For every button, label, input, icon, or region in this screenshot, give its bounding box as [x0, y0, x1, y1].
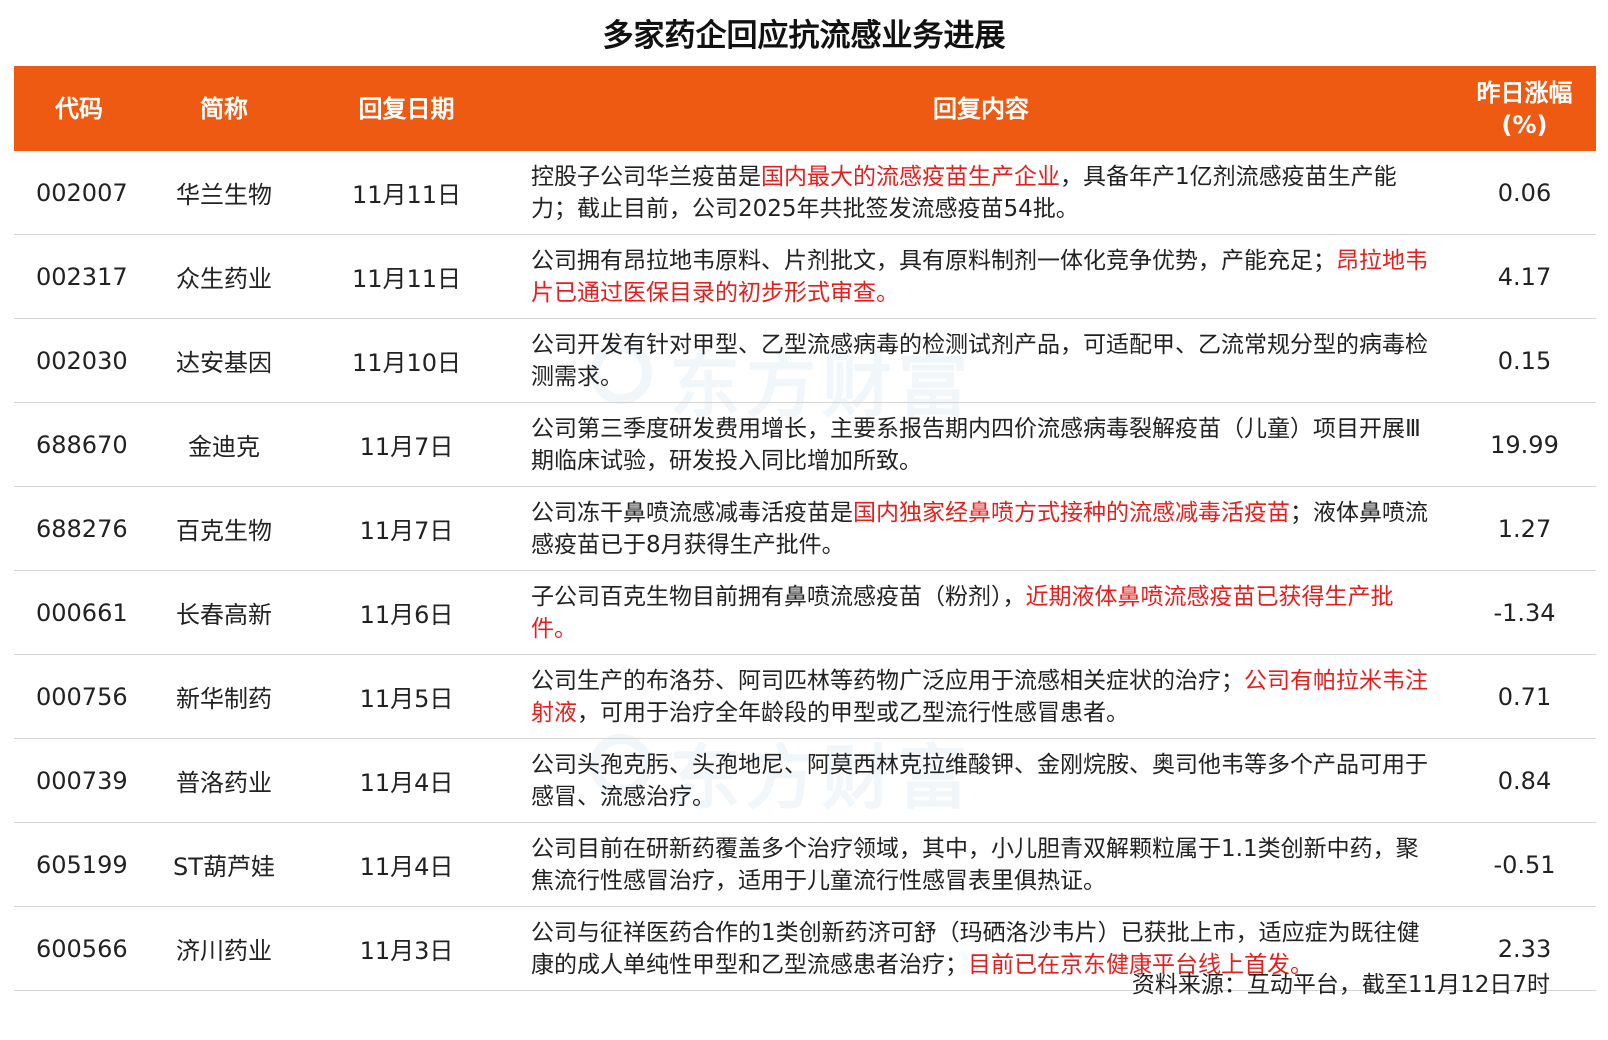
reply-date: 11月6日	[359, 601, 454, 629]
reply-date: 11月4日	[359, 853, 454, 881]
reply-content: 公司第三季度研发费用增长，主要系报告期内四价流感病毒裂解疫苗（儿童）项目开展Ⅲ期…	[509, 403, 1453, 486]
stock-code: 000756	[36, 682, 128, 711]
content-text: 公司头孢克肟、头孢地尼、阿莫西林克拉维酸钾、金刚烷胺、奥司他韦等多个产品可用于感…	[531, 751, 1428, 810]
table-row: 002007 华兰生物 11月11日 控股子公司华兰疫苗是国内最大的流感疫苗生产企业，…	[14, 151, 1596, 235]
reply-date: 11月4日	[359, 769, 454, 797]
table-row: 688276 百克生物 11月7日 公司冻干鼻喷流感减毒活疫苗是国内独家经鼻喷方式接种…	[14, 487, 1596, 571]
stock-code: 600566	[36, 934, 128, 963]
reply-date: 11月11日	[351, 181, 462, 209]
stock-name: ST葫芦娃	[173, 853, 275, 881]
content-text: ，可用于治疗全年龄段的甲型或乙型流行性感冒患者。	[577, 699, 1129, 726]
header-change-label: 昨日涨幅 (%)	[1476, 78, 1573, 139]
stock-name: 金迪克	[188, 433, 260, 461]
stock-code: 688670	[36, 430, 128, 459]
stock-name: 华兰生物	[176, 181, 272, 209]
reply-content-text: 子公司百克生物目前拥有鼻喷流感疫苗（粉剂），近期液体鼻喷流感疫苗已获得生产批件。	[531, 581, 1435, 645]
reply-content-text: 公司目前在研新药覆盖多个治疗领域，其中，小儿胆青双解颗粒属于1.1类创新中药，聚…	[531, 833, 1435, 897]
reply-content: 公司生产的布洛芬、阿司匹林等药物广泛应用于流感相关症状的治疗；公司有帕拉米韦注射…	[509, 655, 1453, 738]
table-row: 002030 达安基因 11月10日 公司开发有针对甲型、乙型流感病毒的检测试剂产品，…	[14, 319, 1596, 403]
table-row: 605199 ST葫芦娃 11月4日 公司目前在研新药覆盖多个治疗领域，其中，小儿胆青…	[14, 823, 1596, 907]
content-text: 公司拥有昂拉地韦原料、片剂批文，具有原料制剂一体化竞争优势，产能充足；	[531, 247, 1336, 274]
table-body: 002007 华兰生物 11月11日 控股子公司华兰疫苗是国内最大的流感疫苗生产企业，…	[14, 151, 1596, 991]
header-name: 简称	[200, 94, 248, 123]
reply-date: 11月11日	[351, 265, 462, 293]
reply-content-text: 公司开发有针对甲型、乙型流感病毒的检测试剂产品，可适配甲、乙流常规分型的病毒检测…	[531, 329, 1435, 393]
stock-name: 百克生物	[176, 517, 272, 545]
reply-content-text: 公司头孢克肟、头孢地尼、阿莫西林克拉维酸钾、金刚烷胺、奥司他韦等多个产品可用于感…	[531, 749, 1435, 813]
stock-name: 济川药业	[176, 937, 272, 965]
table-row: 000739 普洛药业 11月4日 公司头孢克肟、头孢地尼、阿莫西林克拉维酸钾、金刚烷…	[14, 739, 1596, 823]
reply-date: 11月5日	[359, 685, 454, 713]
reply-content-text: 公司生产的布洛芬、阿司匹林等药物广泛应用于流感相关症状的治疗；公司有帕拉米韦注射…	[531, 665, 1435, 729]
change-percent: 0.84	[1497, 766, 1552, 795]
change-percent: 1.27	[1497, 514, 1552, 543]
reply-content-text: 控股子公司华兰疫苗是国内最大的流感疫苗生产企业，具备年产1亿剂流感疫苗生产能力；…	[531, 161, 1435, 225]
content-text: 公司目前在研新药覆盖多个治疗领域，其中，小儿胆青双解颗粒属于1.1类创新中药，聚…	[531, 835, 1419, 894]
reply-content-text: 公司拥有昂拉地韦原料、片剂批文，具有原料制剂一体化竞争优势，产能充足；昂拉地韦片…	[531, 245, 1435, 309]
header-content: 回复内容	[933, 94, 1029, 123]
change-percent: 4.17	[1497, 262, 1552, 291]
source-note: 资料来源：互动平台，截至11月12日7时	[1131, 972, 1550, 998]
header-change: 昨日涨幅 (%)	[1453, 66, 1596, 151]
content-text: 公司开发有针对甲型、乙型流感病毒的检测试剂产品，可适配甲、乙流常规分型的病毒检测…	[531, 331, 1428, 390]
stock-code: 605199	[36, 850, 128, 879]
change-percent: 0.71	[1497, 682, 1552, 711]
reply-date: 11月3日	[359, 937, 454, 965]
stock-name: 众生药业	[176, 265, 272, 293]
table-row: 000756 新华制药 11月5日 公司生产的布洛芬、阿司匹林等药物广泛应用于流感相关…	[14, 655, 1596, 739]
stock-code: 002030	[36, 346, 128, 375]
table-row: 002317 众生药业 11月11日 公司拥有昂拉地韦原料、片剂批文，具有原料制剂一体…	[14, 235, 1596, 319]
reply-date: 11月7日	[359, 517, 454, 545]
reply-content: 公司拥有昂拉地韦原料、片剂批文，具有原料制剂一体化竞争优势，产能充足；昂拉地韦片…	[509, 235, 1453, 318]
content-text: 公司第三季度研发费用增长，主要系报告期内四价流感病毒裂解疫苗（儿童）项目开展Ⅲ期…	[531, 415, 1421, 474]
stock-code: 002317	[36, 262, 128, 291]
header-code: 代码	[55, 94, 103, 123]
stock-code: 000661	[36, 598, 128, 627]
highlighted-text: 国内最大的流感疫苗生产企业	[761, 163, 1060, 190]
table-row: 688670 金迪克 11月7日 公司第三季度研发费用增长，主要系报告期内四价流感病毒…	[14, 403, 1596, 487]
stock-code: 000739	[36, 766, 128, 795]
stock-name: 长春高新	[176, 601, 272, 629]
page-title: 多家药企回应抗流感业务进展	[602, 18, 1006, 54]
change-percent: -0.51	[1493, 850, 1556, 879]
reply-content-text: 公司第三季度研发费用增长，主要系报告期内四价流感病毒裂解疫苗（儿童）项目开展Ⅲ期…	[531, 413, 1435, 477]
stock-code: 002007	[36, 178, 128, 207]
table-row: 000661 长春高新 11月6日 子公司百克生物目前拥有鼻喷流感疫苗（粉剂），近期液…	[14, 571, 1596, 655]
content-text: 子公司百克生物目前拥有鼻喷流感疫苗（粉剂），	[531, 583, 1026, 610]
stock-name: 新华制药	[176, 685, 272, 713]
progress-table: 代码 简称 回复日期 回复内容 昨日涨幅 (%) 002007 华兰生物 11月11…	[14, 66, 1596, 991]
table-header: 代码 简称 回复日期 回复内容 昨日涨幅 (%)	[14, 66, 1596, 151]
content-text: 控股子公司华兰疫苗是	[531, 163, 761, 190]
reply-content: 子公司百克生物目前拥有鼻喷流感疫苗（粉剂），近期液体鼻喷流感疫苗已获得生产批件。	[509, 571, 1453, 654]
content-text: 公司生产的布洛芬、阿司匹林等药物广泛应用于流感相关症状的治疗；	[531, 667, 1244, 694]
change-percent: -1.34	[1493, 598, 1556, 627]
stock-name: 普洛药业	[176, 769, 272, 797]
stock-code: 688276	[36, 514, 128, 543]
content-text: 公司冻干鼻喷流感减毒活疫苗是	[531, 499, 853, 526]
reply-content: 公司目前在研新药覆盖多个治疗领域，其中，小儿胆青双解颗粒属于1.1类创新中药，聚…	[509, 823, 1453, 906]
reply-content: 控股子公司华兰疫苗是国内最大的流感疫苗生产企业，具备年产1亿剂流感疫苗生产能力；…	[509, 151, 1453, 234]
change-percent: 19.99	[1490, 430, 1559, 459]
reply-date: 11月10日	[351, 349, 462, 377]
reply-date: 11月7日	[359, 433, 454, 461]
stock-name: 达安基因	[176, 349, 272, 377]
highlighted-text: 国内独家经鼻喷方式接种的流感减毒活疫苗	[853, 499, 1290, 526]
change-percent: 0.15	[1497, 346, 1552, 375]
reply-content: 公司冻干鼻喷流感减毒活疫苗是国内独家经鼻喷方式接种的流感减毒活疫苗；液体鼻喷流感…	[509, 487, 1453, 570]
reply-content: 公司头孢克肟、头孢地尼、阿莫西林克拉维酸钾、金刚烷胺、奥司他韦等多个产品可用于感…	[509, 739, 1453, 822]
change-percent: 0.06	[1497, 178, 1552, 207]
header-date: 回复日期	[358, 94, 455, 123]
reply-content: 公司开发有针对甲型、乙型流感病毒的检测试剂产品，可适配甲、乙流常规分型的病毒检测…	[509, 319, 1453, 402]
reply-content-text: 公司冻干鼻喷流感减毒活疫苗是国内独家经鼻喷方式接种的流感减毒活疫苗；液体鼻喷流感…	[531, 497, 1435, 561]
